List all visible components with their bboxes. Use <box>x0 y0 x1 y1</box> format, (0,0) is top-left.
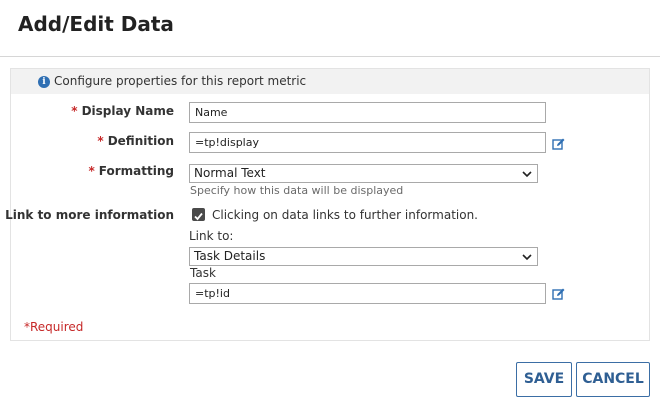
link-checkbox[interactable] <box>192 208 205 221</box>
required-marker: * <box>97 134 104 148</box>
link-to-selected-value: Task Details <box>194 249 266 263</box>
display-name-input[interactable] <box>189 102 546 123</box>
chevron-down-icon <box>522 254 532 261</box>
checkmark-icon <box>194 212 203 221</box>
dialog-header: Add/Edit Data <box>0 0 660 57</box>
chevron-down-icon <box>522 171 532 178</box>
task-input[interactable] <box>189 283 546 304</box>
formatting-select[interactable]: Normal Text <box>189 164 538 183</box>
edit-definition-icon[interactable] <box>552 137 566 151</box>
panel-header: i Configure properties for this report m… <box>11 69 649 94</box>
definition-label: * Definition <box>97 134 174 148</box>
task-label: Task <box>190 266 216 280</box>
dialog-title: Add/Edit Data <box>18 12 174 36</box>
link-to-select[interactable]: Task Details <box>189 247 538 266</box>
link-more-info-label: Link to more information <box>5 208 174 222</box>
required-marker: * <box>88 164 95 178</box>
formatting-hint: Specify how this data will be displayed <box>190 184 404 197</box>
panel-info-text: Configure properties for this report met… <box>54 74 307 88</box>
info-icon: i <box>38 76 50 88</box>
link-checkbox-label: Clicking on data links to further inform… <box>212 208 478 222</box>
formatting-selected-value: Normal Text <box>194 166 266 180</box>
link-to-label: Link to: <box>189 229 234 243</box>
display-name-label: * Display Name <box>71 104 174 118</box>
cancel-button[interactable]: CANCEL <box>576 362 650 397</box>
required-marker: * <box>71 104 78 118</box>
edit-task-icon[interactable] <box>552 287 566 301</box>
formatting-label: * Formatting <box>88 164 174 178</box>
required-note: *Required <box>24 320 84 334</box>
save-button[interactable]: SAVE <box>516 362 572 397</box>
definition-input[interactable] <box>189 132 546 153</box>
